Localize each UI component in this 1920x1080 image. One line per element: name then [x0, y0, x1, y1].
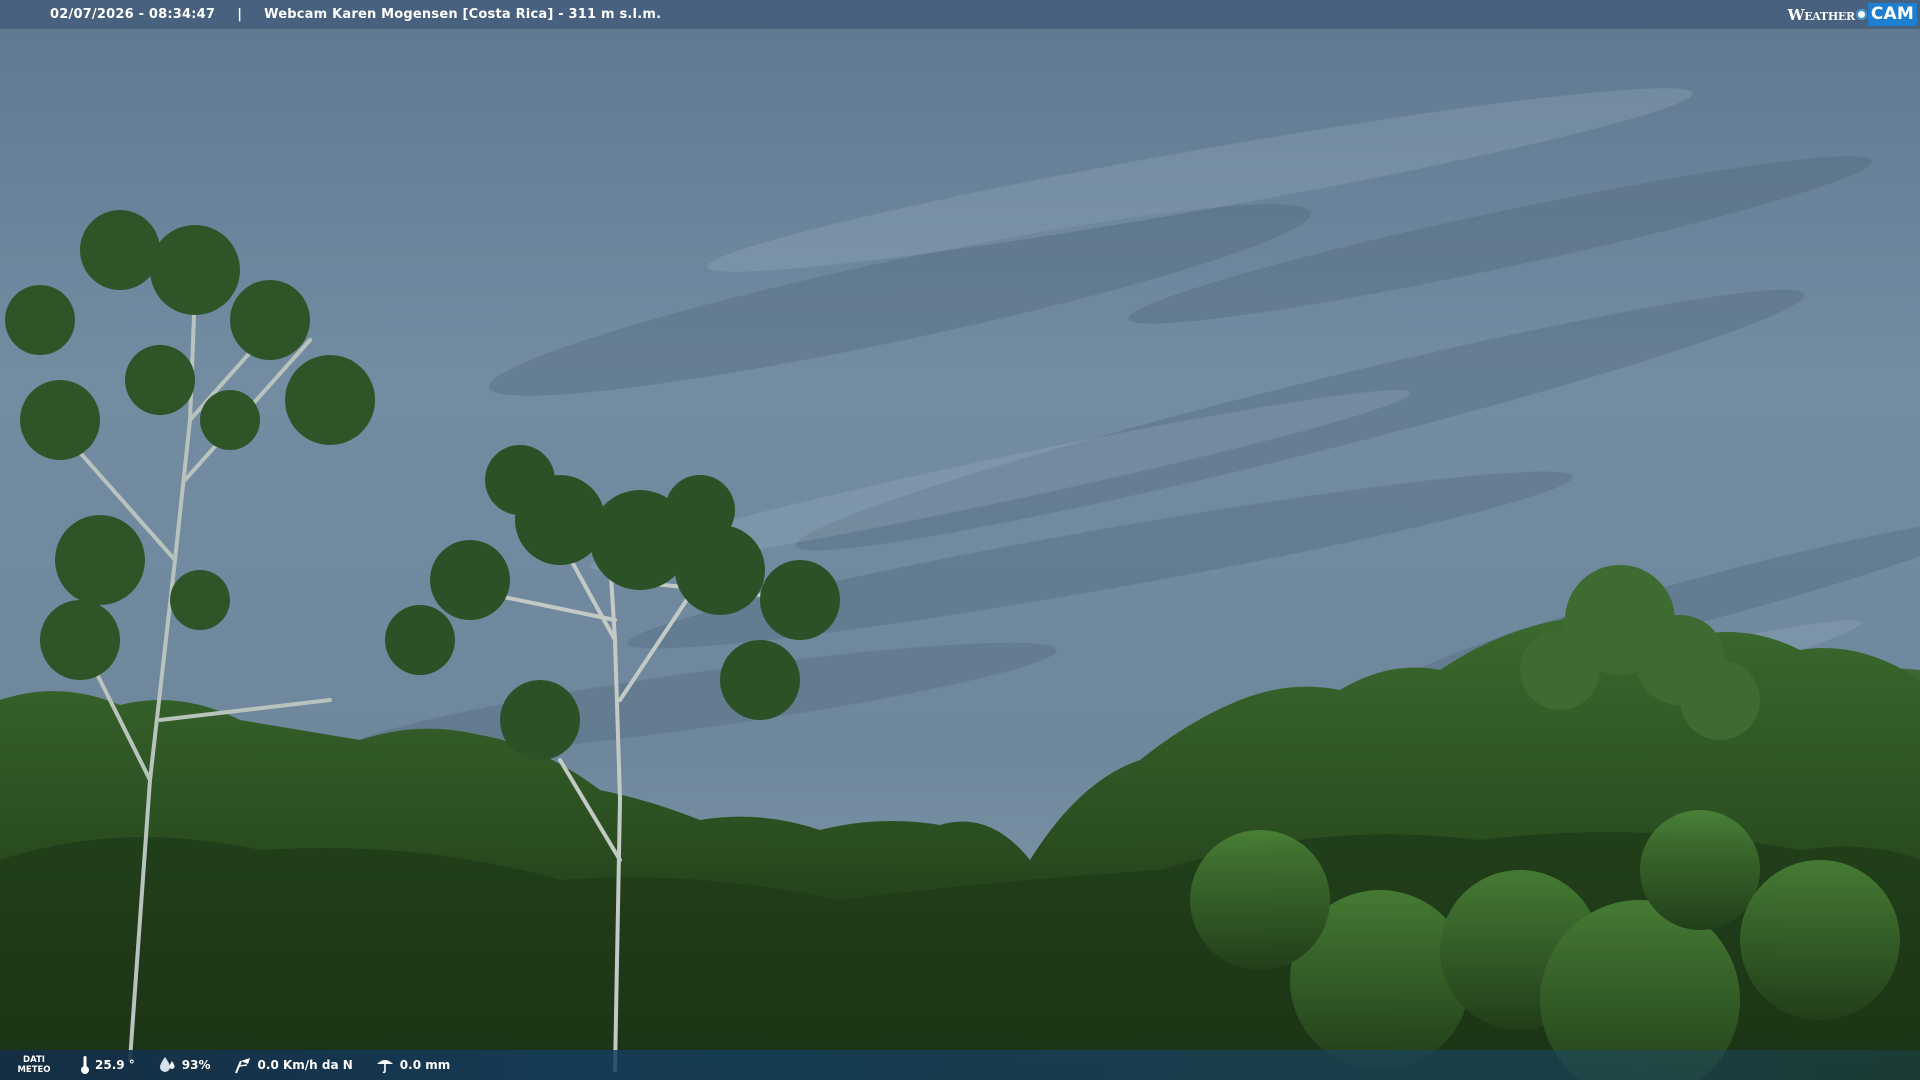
- temperature-reading: 25.9 °: [80, 1055, 135, 1075]
- logo-cam-text: CAM: [1867, 3, 1917, 26]
- title-separator: |: [237, 7, 243, 22]
- weather-data-bar: DATI METEO 25.9 ° 93% 0.0 Km/h da N 0.0 …: [0, 1050, 1920, 1080]
- humidity-reading: 93%: [157, 1056, 211, 1074]
- temperature-value: 25.9 °: [95, 1058, 135, 1072]
- wind-icon: [234, 1058, 250, 1074]
- logo-weather-text: Weather: [1787, 5, 1855, 24]
- rain-icon: [376, 1060, 393, 1074]
- meteo-label-line1: DATI: [23, 1055, 45, 1065]
- humidity-value: 93%: [181, 1058, 211, 1072]
- rain-value: 0.0 mm: [399, 1058, 451, 1072]
- camera-title: Webcam Karen Mogensen [Costa Rica] - 311…: [264, 7, 662, 22]
- meteo-label: DATI METEO: [10, 1055, 58, 1075]
- webcam-scene: [0, 0, 1920, 1080]
- humidity-icon: [159, 1057, 175, 1072]
- top-overlay-bar: 02/07/2026 - 08:34:47 | Webcam Karen Mog…: [0, 0, 1920, 29]
- weathercam-logo: Weather CAM: [1788, 2, 1917, 27]
- meteo-label-line2: METEO: [17, 1065, 51, 1075]
- thermometer-icon: [81, 1056, 89, 1074]
- webcam-frame: 02/07/2026 - 08:34:47 | Webcam Karen Mog…: [0, 0, 1920, 1080]
- timestamp: 02/07/2026 - 08:34:47: [50, 7, 216, 22]
- rain-reading: 0.0 mm: [375, 1056, 450, 1074]
- logo-dot-icon: [1855, 9, 1867, 20]
- wind-reading: 0.0 Km/h da N: [233, 1056, 353, 1074]
- wind-value: 0.0 Km/h da N: [257, 1058, 353, 1072]
